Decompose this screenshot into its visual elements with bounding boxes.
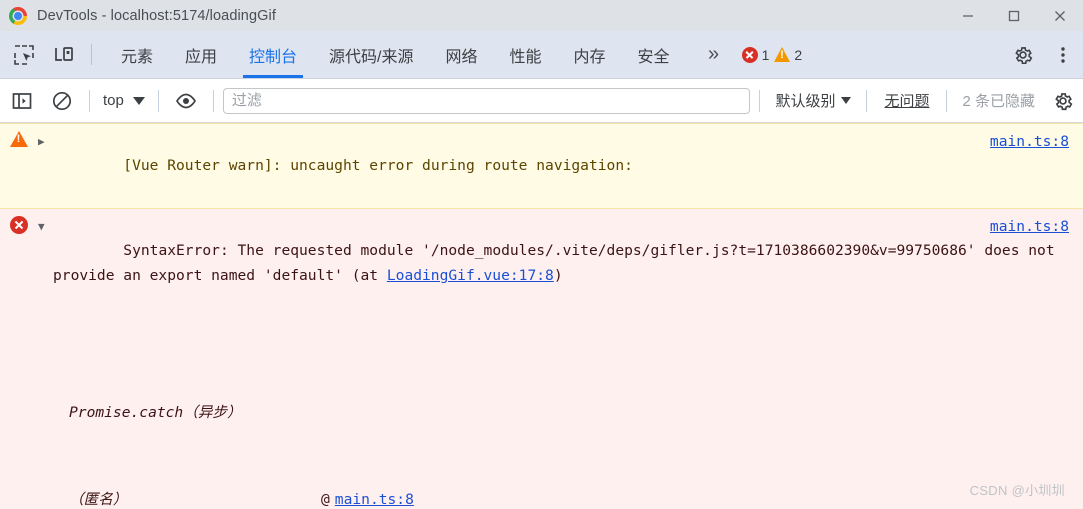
warning-count-label: 2 [794, 46, 803, 63]
tab-console[interactable]: 控制台 [233, 31, 313, 78]
tab-label: 控制台 [249, 48, 298, 66]
console-message-warning[interactable]: ▶ [Vue Router warn]: uncaught error duri… [0, 123, 1083, 209]
message-body-text: [Vue Router warn]: uncaught error during… [123, 157, 633, 174]
toolbar-divider [89, 89, 90, 112]
tab-network[interactable]: 网络 [430, 31, 494, 78]
log-level-label: 默认级别 [775, 93, 836, 110]
message-text: [Vue Router warn]: uncaught error during… [53, 128, 1083, 203]
toolbar-divider [866, 89, 868, 112]
warning-count-badge[interactable]: 2 [774, 47, 802, 63]
stack-frame-link[interactable]: main.ts:8 [335, 485, 414, 509]
more-tabs-button[interactable]: » [692, 31, 736, 78]
gear-icon[interactable] [1003, 44, 1043, 66]
watermark: CSDN @小圳圳 [969, 483, 1065, 498]
console-sidebar-icon[interactable] [2, 79, 42, 122]
minimize-icon[interactable] [945, 0, 991, 31]
chrome-logo-icon [9, 6, 27, 25]
panel-tabs: 元素 应用 控制台 源代码/来源 网络 性能 内存 安全 [105, 31, 686, 78]
warning-triangle-icon [10, 131, 28, 147]
error-circle-icon [10, 216, 28, 234]
issues-status[interactable]: 无问题 [874, 90, 939, 111]
console-messages: ▶ [Vue Router warn]: uncaught error duri… [0, 123, 1083, 509]
message-body-text-tail: ) [553, 267, 563, 284]
message-text: SyntaxError: The requested module '/node… [53, 213, 1083, 509]
stack-trace: Promise.catch（异步） （匿名） @ main.ts:8 显示另外 … [53, 340, 1077, 509]
maximize-icon[interactable] [991, 0, 1037, 31]
console-message-error[interactable]: ▼ SyntaxError: The requested module '/no… [0, 209, 1083, 509]
message-gutter [0, 213, 38, 234]
close-icon[interactable] [1037, 0, 1083, 31]
stack-frame: Promise.catch（异步） [53, 398, 1077, 427]
devtools-tabstrip: 元素 应用 控制台 源代码/来源 网络 性能 内存 安全 » 1 2 [0, 31, 1083, 79]
tab-label: 源代码/来源 [329, 48, 414, 66]
tab-elements[interactable]: 元素 [105, 31, 169, 78]
gear-icon[interactable] [1043, 79, 1083, 122]
toolbar-divider [157, 89, 159, 112]
kebab-menu-icon[interactable] [1043, 45, 1083, 65]
message-gutter [0, 128, 38, 147]
tab-label: 应用 [185, 48, 218, 66]
source-link[interactable]: main.ts:8 [990, 129, 1069, 154]
inspect-element-icon[interactable] [4, 31, 44, 78]
tab-label: 元素 [121, 48, 154, 66]
tab-label: 网络 [445, 48, 478, 66]
device-toolbar-icon[interactable] [44, 31, 84, 78]
disclosure-triangle-icon[interactable]: ▼ [38, 213, 53, 239]
tab-sources[interactable]: 源代码/来源 [313, 31, 429, 78]
toolbar-divider [759, 89, 761, 112]
tab-application[interactable]: 应用 [169, 31, 233, 78]
disclosure-triangle-icon[interactable]: ▶ [38, 128, 53, 154]
stack-frame: （匿名） @ main.ts:8 [53, 485, 1077, 509]
tab-security[interactable]: 安全 [622, 31, 686, 78]
console-filter-toolbar: top 默认级别 无问题 2 条已隐藏 [0, 79, 1083, 123]
error-count-badge[interactable]: 1 [741, 46, 770, 63]
toolbar-divider [91, 44, 92, 65]
tab-label: 性能 [509, 48, 542, 66]
execution-context-dropdown[interactable]: top [97, 92, 151, 109]
warning-triangle-icon [774, 47, 791, 62]
clear-console-icon[interactable] [42, 79, 82, 122]
toolbar-divider [946, 89, 948, 112]
issue-badges: 1 2 [741, 31, 802, 78]
error-count-label: 1 [761, 46, 770, 63]
window-title: DevTools - localhost:5174/loadingGif [37, 7, 276, 24]
inline-source-link[interactable]: LoadingGif.vue:17:8 [387, 267, 554, 284]
window-controls [945, 0, 1083, 31]
tab-memory[interactable]: 内存 [558, 31, 622, 78]
log-level-dropdown[interactable]: 默认级别 [767, 90, 859, 111]
chevron-down-icon [841, 97, 852, 104]
toolbar-divider [212, 89, 214, 112]
window-titlebar: DevTools - localhost:5174/loadingGif [0, 0, 1083, 31]
live-expression-icon[interactable] [166, 79, 206, 122]
devtools-window: DevTools - localhost:5174/loadingGif 元素 … [0, 0, 1083, 509]
error-circle-icon [741, 46, 758, 63]
execution-context-label: top [103, 92, 124, 109]
stack-frame-name: （匿名） [69, 491, 128, 508]
stack-frame-name: Promise.catch（异步） [69, 404, 242, 421]
hidden-messages-count: 2 条已隐藏 [962, 93, 1035, 110]
chevron-down-icon [132, 96, 145, 105]
stack-frame-at: @ [321, 491, 330, 508]
source-link[interactable]: main.ts:8 [990, 214, 1069, 239]
tabstrip-actions [988, 31, 1083, 78]
tab-performance[interactable]: 性能 [494, 31, 558, 78]
tab-label: 内存 [573, 48, 606, 66]
filter-input[interactable] [222, 87, 751, 114]
tab-label: 安全 [637, 48, 670, 66]
